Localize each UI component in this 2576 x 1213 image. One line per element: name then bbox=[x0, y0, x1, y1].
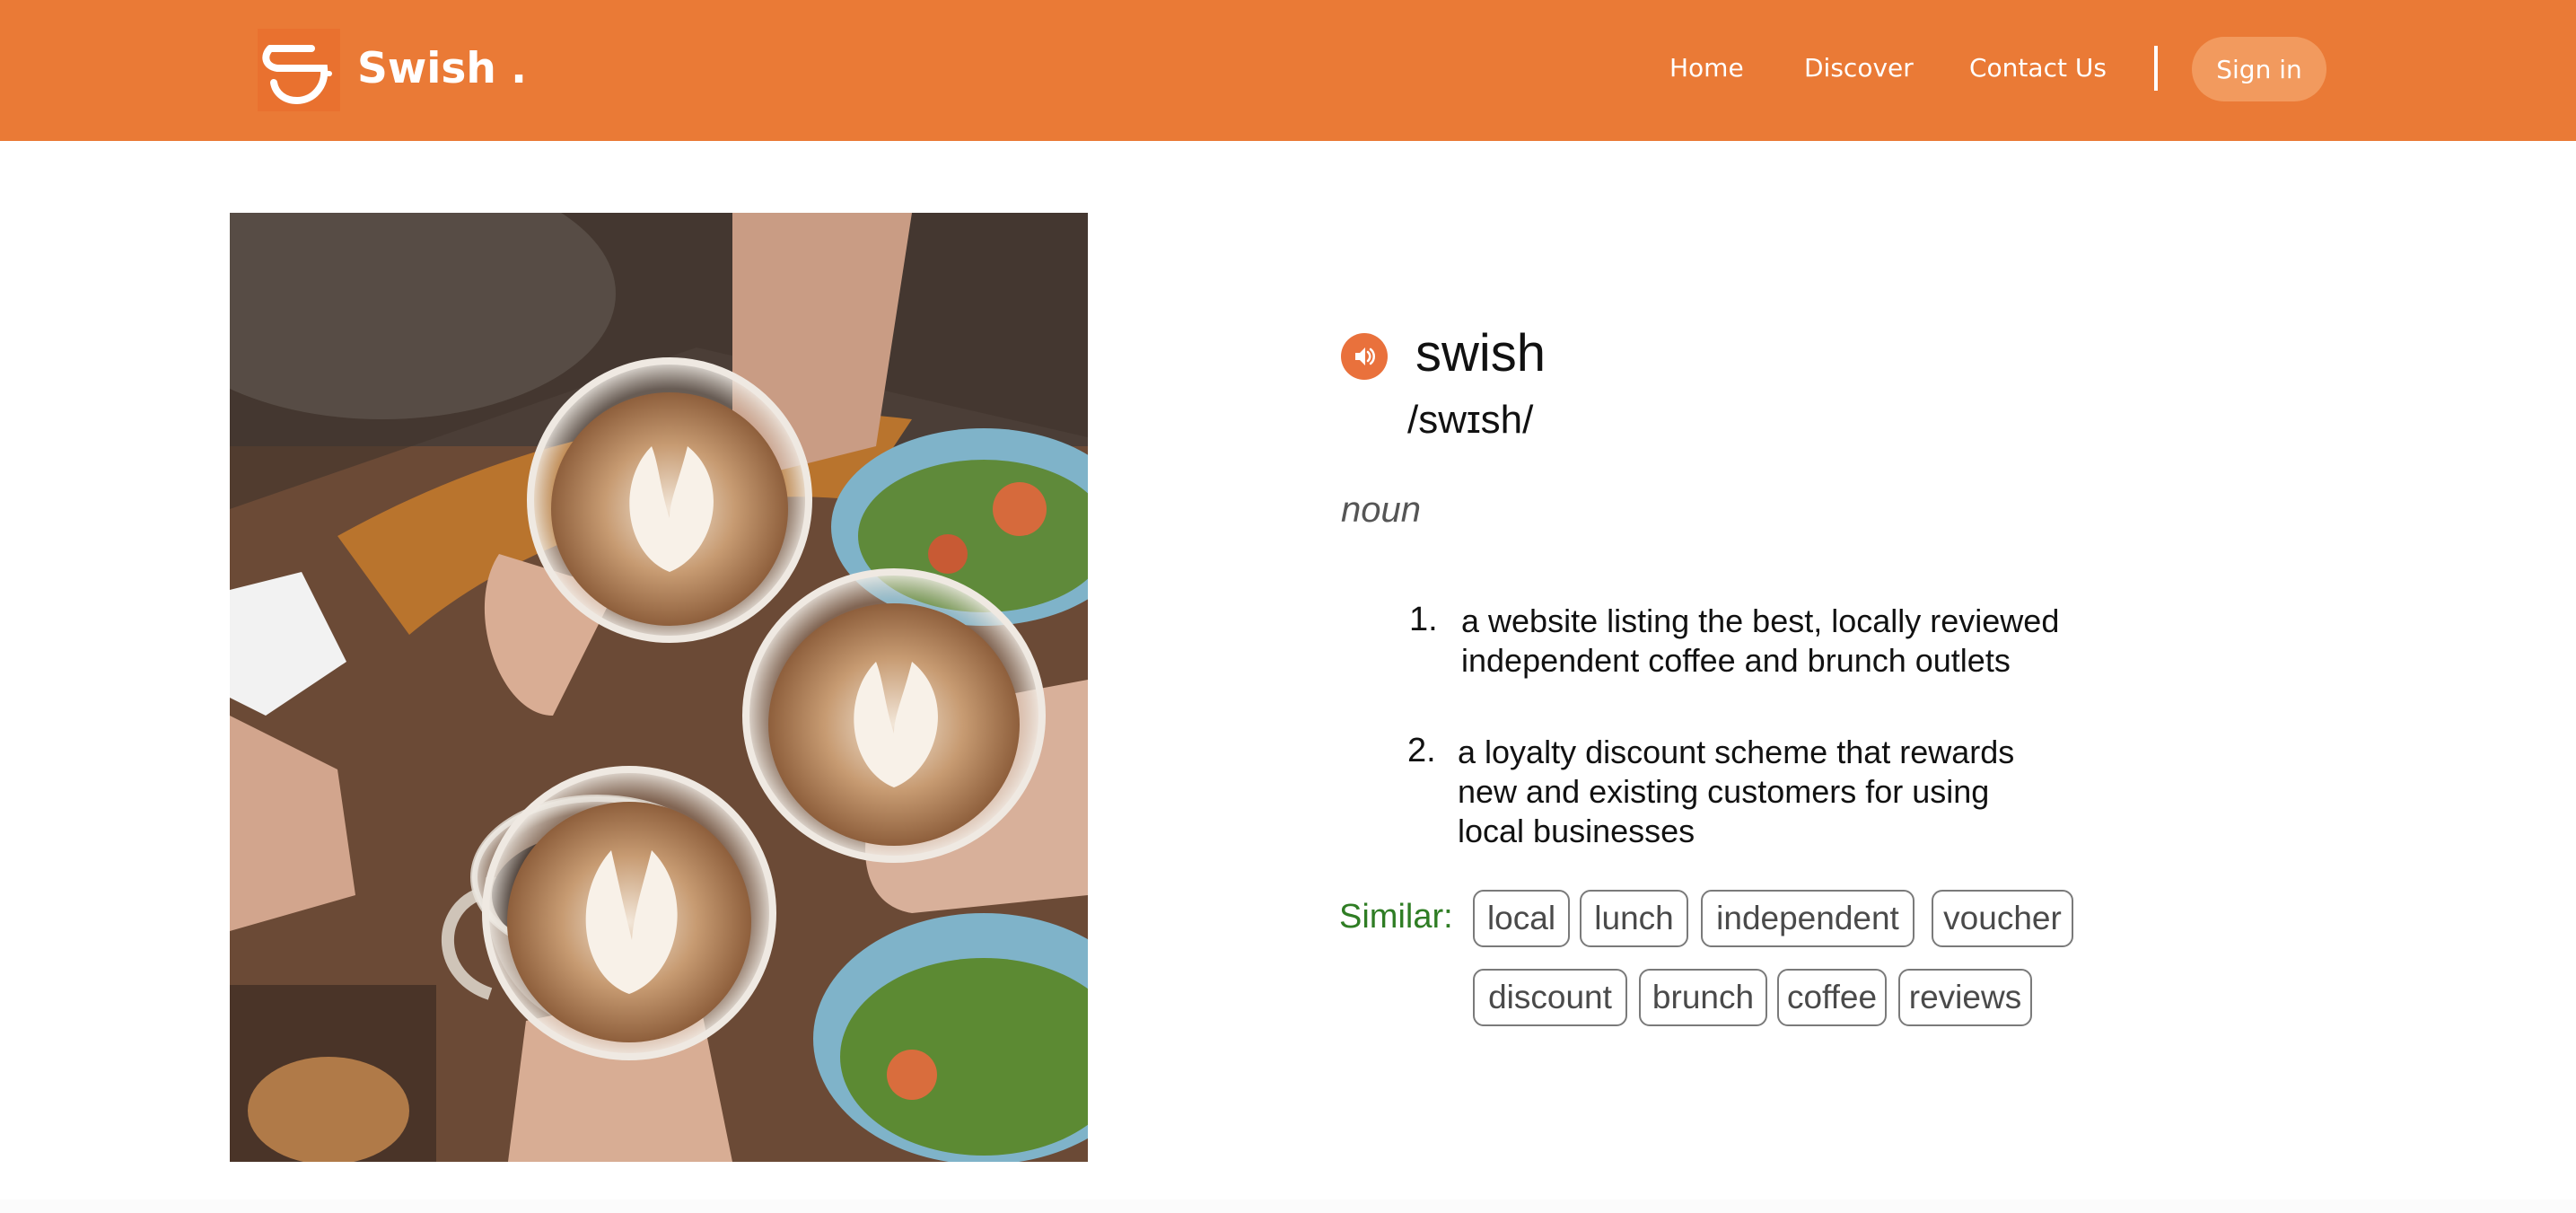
similar-tag-local[interactable]: local bbox=[1473, 890, 1570, 947]
hero-photo bbox=[230, 213, 1088, 1162]
nav-discover-link[interactable]: Discover bbox=[1804, 50, 1914, 86]
sign-in-button[interactable]: Sign in bbox=[2192, 37, 2326, 101]
brand-name[interactable]: Swish . bbox=[357, 40, 527, 99]
similar-tag-coffee[interactable]: coffee bbox=[1777, 969, 1887, 1026]
similar-tag-independent[interactable]: independent bbox=[1701, 890, 1914, 947]
similar-tag-lunch[interactable]: lunch bbox=[1580, 890, 1688, 947]
nav-contact-link[interactable]: Contact Us bbox=[1969, 50, 2107, 86]
part-of-speech: noun bbox=[1341, 490, 1421, 530]
site-header: Swish . Home Discover Contact Us Sign in bbox=[0, 0, 2576, 141]
pronunciation: /swɪsh/ bbox=[1407, 398, 1534, 442]
similar-tag-reviews[interactable]: reviews bbox=[1898, 969, 2032, 1026]
similar-label: Similar: bbox=[1339, 898, 1453, 936]
headword: swish bbox=[1415, 324, 1546, 382]
definition-number: 1. bbox=[1409, 601, 1438, 638]
speaker-icon[interactable] bbox=[1341, 333, 1388, 380]
coffee-cup-icon[interactable] bbox=[258, 29, 340, 111]
nav-divider bbox=[2154, 46, 2158, 91]
nav-home-link[interactable]: Home bbox=[1669, 50, 1744, 86]
definition-text: a website listing the best, locally revi… bbox=[1461, 602, 2060, 679]
definition-text: a loyalty discount scheme that rewards n… bbox=[1458, 734, 2015, 849]
similar-tag-brunch[interactable]: brunch bbox=[1639, 969, 1767, 1026]
page-bottom-edge bbox=[0, 1200, 2576, 1213]
similar-tag-voucher[interactable]: voucher bbox=[1932, 890, 2073, 947]
definition-number: 2. bbox=[1407, 732, 1436, 769]
similar-tag-discount[interactable]: discount bbox=[1473, 969, 1627, 1026]
